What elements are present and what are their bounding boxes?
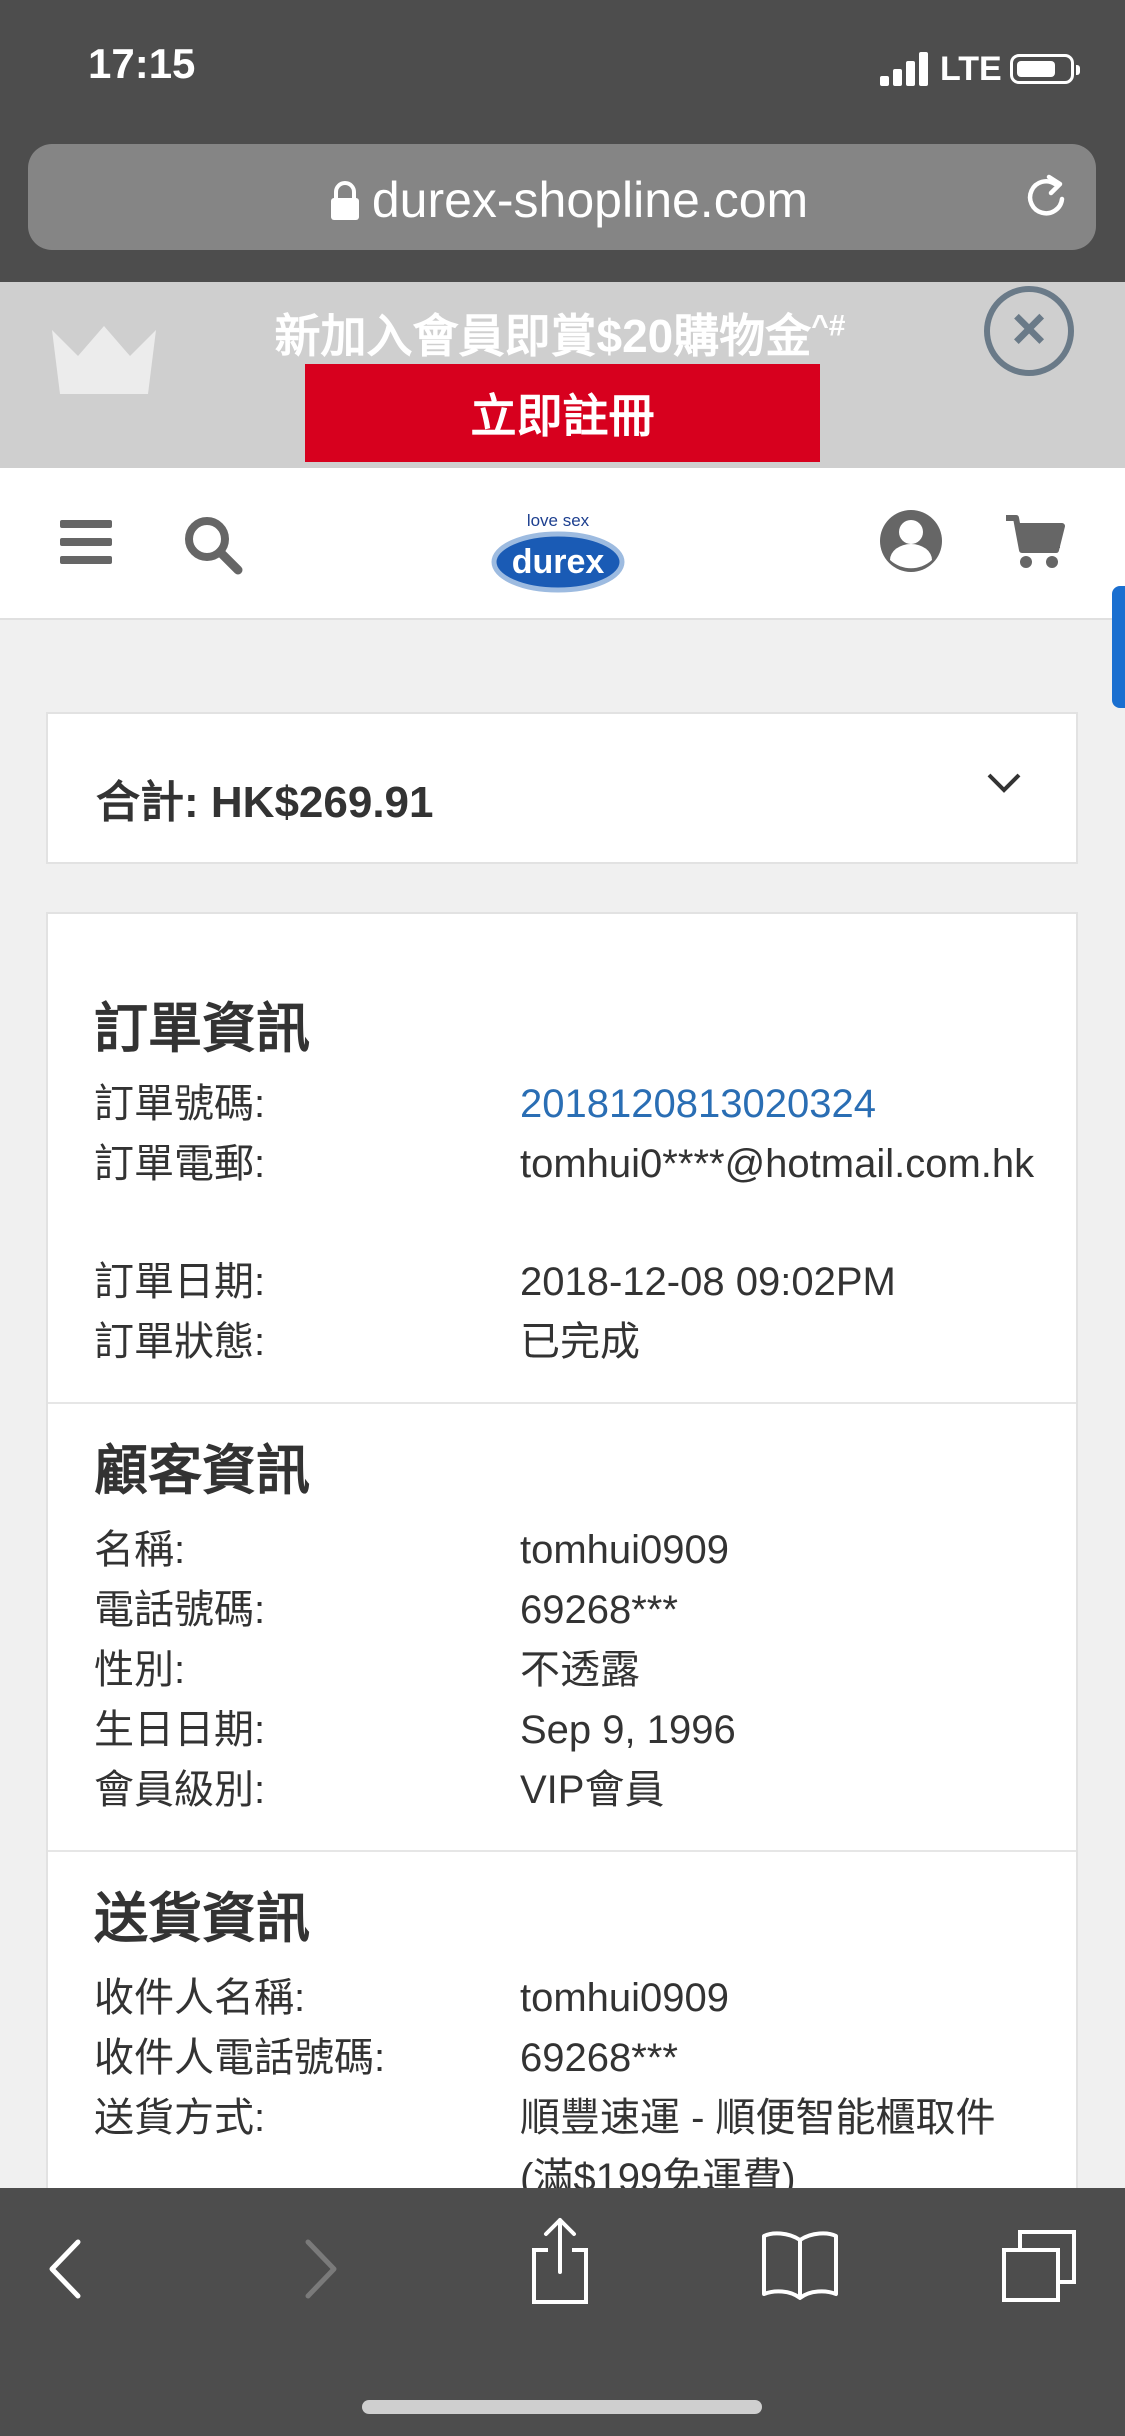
search-icon[interactable] [182,514,244,576]
order-total-card[interactable]: 合計: HK$269.91 [46,712,1078,864]
address-bar[interactable]: durex-shopline.com [28,144,1096,250]
status-time: 17:15 [88,40,196,87]
network-type: LTE [940,50,1002,88]
order-details-card: 訂單資訊 訂單號碼: 2018120813020324 訂單電郵: tomhui… [46,912,1078,2192]
back-icon[interactable] [46,2238,86,2300]
browser-toolbar [0,2188,1125,2436]
logo-brand: durex [512,543,605,581]
register-button[interactable]: 立即註冊 [305,364,820,462]
order-info-title: 訂單資訊 [94,999,310,1059]
promo-banner: 新加入會員即賞$20購物金^# 立即註冊 × [0,282,1125,468]
reload-icon[interactable] [1022,172,1072,222]
site-header: love sex durex [0,468,1125,620]
logo-tagline: love sex [527,511,590,530]
crown-icon [52,326,156,394]
url-text[interactable]: durex-shopline.com [28,171,1096,229]
status-bar: 17:15 LTE [0,0,1125,140]
order-total: 合計: HK$269.91 [96,778,434,827]
side-feedback-tab[interactable] [1112,586,1125,708]
share-icon[interactable] [528,2216,592,2306]
signal-icon [880,52,932,86]
tabs-icon[interactable] [1000,2228,1078,2304]
customer-info-title: 顧客資訊 [94,1441,310,1501]
home-indicator[interactable] [362,2400,762,2414]
order-number-link[interactable]: 2018120813020324 [520,1074,1040,1134]
bookmarks-icon[interactable] [760,2230,840,2300]
battery-icon [1010,54,1080,84]
account-icon[interactable] [878,508,944,574]
delivery-info-title: 送貨資訊 [94,1889,310,1949]
close-icon[interactable]: × [984,286,1074,376]
divider [48,1402,1076,1404]
cart-icon[interactable] [1004,514,1066,570]
menu-icon[interactable] [60,520,112,564]
chevron-down-icon[interactable] [986,772,1022,794]
divider [48,1850,1076,1852]
promo-text: 新加入會員即賞$20購物金^# [274,309,846,362]
forward-icon[interactable] [300,2238,340,2300]
durex-logo[interactable]: love sex durex [490,498,626,594]
browser-chrome: durex-shopline.com [0,140,1125,282]
